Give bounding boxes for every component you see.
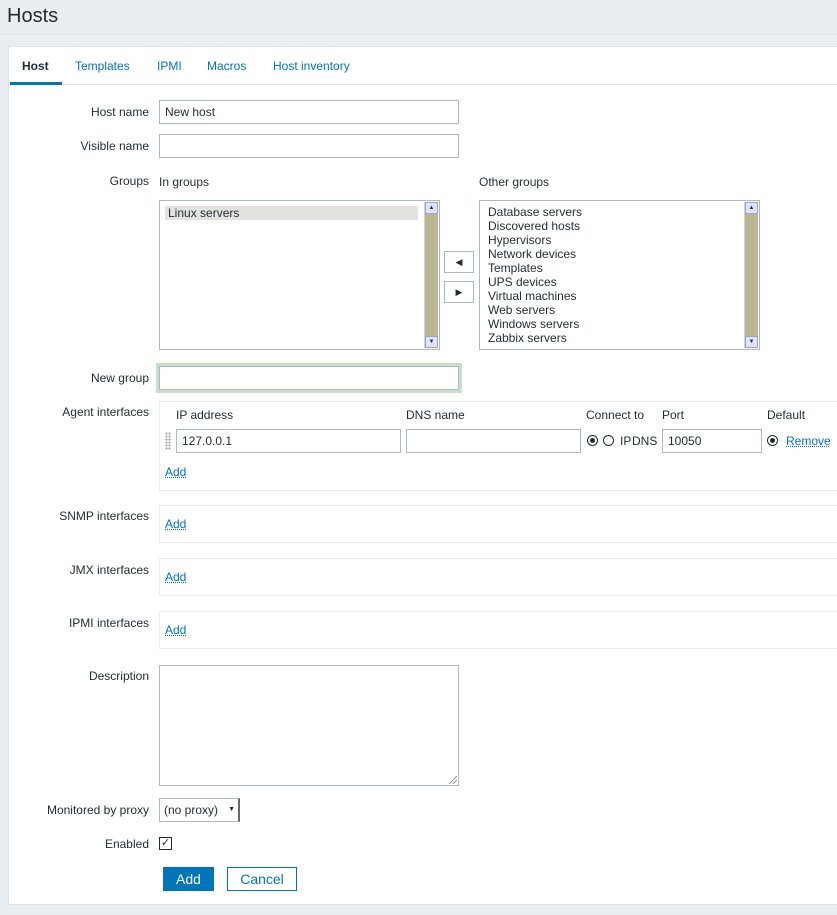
tab-host[interactable]: Host bbox=[22, 59, 49, 73]
add-button[interactable]: Add bbox=[163, 867, 214, 891]
jmx-interfaces-section: Add bbox=[159, 558, 837, 596]
cancel-button[interactable]: Cancel bbox=[227, 867, 297, 891]
left-arrow-icon: ◀ bbox=[455, 257, 463, 267]
list-item[interactable]: Virtual machines bbox=[488, 289, 577, 303]
port-input[interactable]: 10050 bbox=[662, 429, 762, 453]
list-item[interactable]: Templates bbox=[488, 261, 543, 275]
list-item[interactable]: Linux servers bbox=[165, 206, 418, 220]
scroll-up-icon[interactable]: ▲ bbox=[745, 202, 758, 214]
visible-name-input[interactable] bbox=[159, 134, 459, 158]
list-item[interactable]: Web servers bbox=[488, 303, 555, 317]
move-right-button[interactable]: ▶ bbox=[444, 281, 474, 303]
tab-bar: Host Templates IPMI Macros Host inventor… bbox=[9, 47, 837, 85]
host-name-input[interactable]: New host bbox=[159, 100, 459, 124]
port-header: Port bbox=[662, 408, 685, 422]
snmp-interfaces-section: Add bbox=[159, 505, 837, 543]
proxy-select[interactable]: (no proxy) ▼ bbox=[159, 798, 240, 822]
new-group-label: New group bbox=[90, 371, 149, 385]
enabled-checkbox[interactable]: ✓ bbox=[159, 837, 172, 850]
add-agent-interface-link[interactable]: Add bbox=[165, 465, 186, 479]
resize-handle-icon[interactable] bbox=[449, 776, 457, 784]
scroll-down-icon[interactable]: ▼ bbox=[425, 336, 438, 348]
other-groups-label: Other groups bbox=[479, 175, 550, 189]
visible-name-label: Visible name bbox=[80, 139, 149, 153]
jmx-interfaces-label: JMX interfaces bbox=[69, 563, 149, 577]
groups-label: Groups bbox=[109, 174, 149, 188]
connect-dns-label: DNS bbox=[632, 434, 658, 448]
default-interface-radio[interactable] bbox=[767, 435, 778, 446]
remove-interface-link[interactable]: Remove bbox=[786, 434, 831, 448]
list-item[interactable]: Database servers bbox=[488, 205, 582, 219]
scroll-down-icon[interactable]: ▼ bbox=[745, 336, 758, 348]
description-textarea[interactable] bbox=[159, 665, 459, 786]
list-item[interactable]: UPS devices bbox=[488, 275, 557, 289]
connect-dns-radio[interactable] bbox=[603, 435, 614, 446]
snmp-interfaces-label: SNMP interfaces bbox=[59, 509, 149, 523]
in-groups-scrollbar[interactable]: ▲ ▼ bbox=[424, 202, 438, 348]
tab-host-inventory[interactable]: Host inventory bbox=[273, 59, 350, 73]
active-tab-indicator bbox=[10, 82, 62, 85]
connect-to-header: Connect to bbox=[586, 408, 645, 422]
new-group-input[interactable] bbox=[159, 366, 459, 390]
list-item[interactable]: Windows servers bbox=[488, 317, 579, 331]
tab-macros[interactable]: Macros bbox=[207, 59, 246, 73]
add-snmp-interface-link[interactable]: Add bbox=[165, 517, 186, 531]
connect-ip-radio[interactable] bbox=[587, 435, 598, 446]
connect-ip-label: IP bbox=[620, 434, 632, 448]
proxy-select-value: (no proxy) bbox=[164, 803, 219, 817]
list-item[interactable]: Discovered hosts bbox=[488, 219, 580, 233]
agent-interfaces-section: IP address DNS name Connect to Port Defa… bbox=[159, 401, 837, 491]
check-icon: ✓ bbox=[160, 837, 171, 849]
title-divider bbox=[0, 34, 837, 35]
dns-name-input[interactable] bbox=[406, 429, 581, 453]
add-ipmi-interface-link[interactable]: Add bbox=[165, 623, 186, 637]
scroll-up-icon[interactable]: ▲ bbox=[425, 202, 438, 214]
in-groups-listbox[interactable]: Linux servers ▲ ▼ bbox=[159, 200, 440, 350]
description-label: Description bbox=[88, 669, 149, 683]
add-jmx-interface-link[interactable]: Add bbox=[165, 570, 186, 584]
in-groups-label: In groups bbox=[159, 175, 210, 189]
enabled-label: Enabled bbox=[104, 837, 149, 851]
ipmi-interfaces-label: IPMI interfaces bbox=[68, 616, 149, 630]
tab-templates[interactable]: Templates bbox=[75, 59, 130, 73]
proxy-label: Monitored by proxy bbox=[46, 803, 149, 817]
host-name-label: Host name bbox=[90, 105, 149, 119]
ip-address-input[interactable]: 127.0.0.1 bbox=[176, 429, 401, 453]
page-title: Hosts bbox=[7, 5, 59, 27]
other-groups-listbox[interactable]: Database servers Discovered hosts Hyperv… bbox=[479, 200, 760, 350]
default-header: Default bbox=[767, 408, 806, 422]
list-item[interactable]: Zabbix servers bbox=[488, 331, 567, 345]
ip-address-header: IP address bbox=[176, 408, 234, 422]
tab-ipmi[interactable]: IPMI bbox=[157, 59, 182, 73]
move-left-button[interactable]: ◀ bbox=[444, 251, 474, 273]
drag-handle-icon[interactable] bbox=[165, 432, 171, 450]
other-groups-scrollbar[interactable]: ▲ ▼ bbox=[744, 202, 758, 348]
agent-interfaces-label: Agent interfaces bbox=[62, 405, 149, 419]
right-arrow-icon: ▶ bbox=[455, 287, 463, 297]
list-item[interactable]: Hypervisors bbox=[488, 233, 551, 247]
host-form-panel: Host Templates IPMI Macros Host inventor… bbox=[8, 46, 837, 905]
dns-name-header: DNS name bbox=[406, 408, 465, 422]
list-item[interactable]: Network devices bbox=[488, 247, 576, 261]
chevron-down-icon: ▼ bbox=[228, 806, 235, 813]
ipmi-interfaces-section: Add bbox=[159, 611, 837, 649]
